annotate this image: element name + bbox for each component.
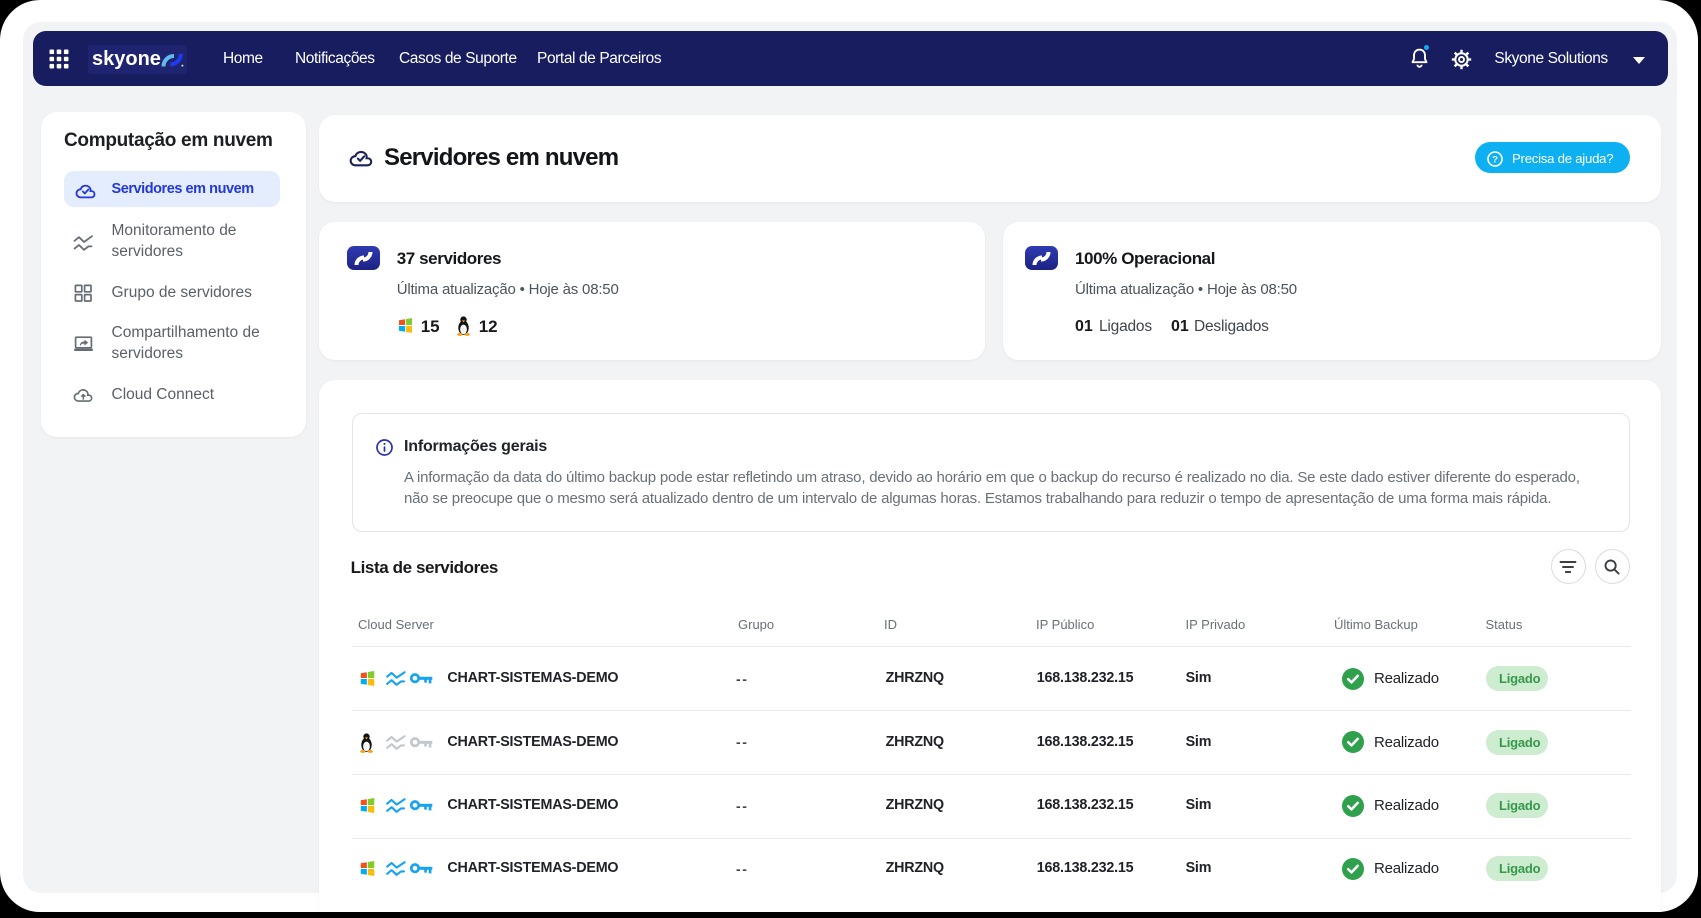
svg-text:?: ? [1492,154,1498,165]
